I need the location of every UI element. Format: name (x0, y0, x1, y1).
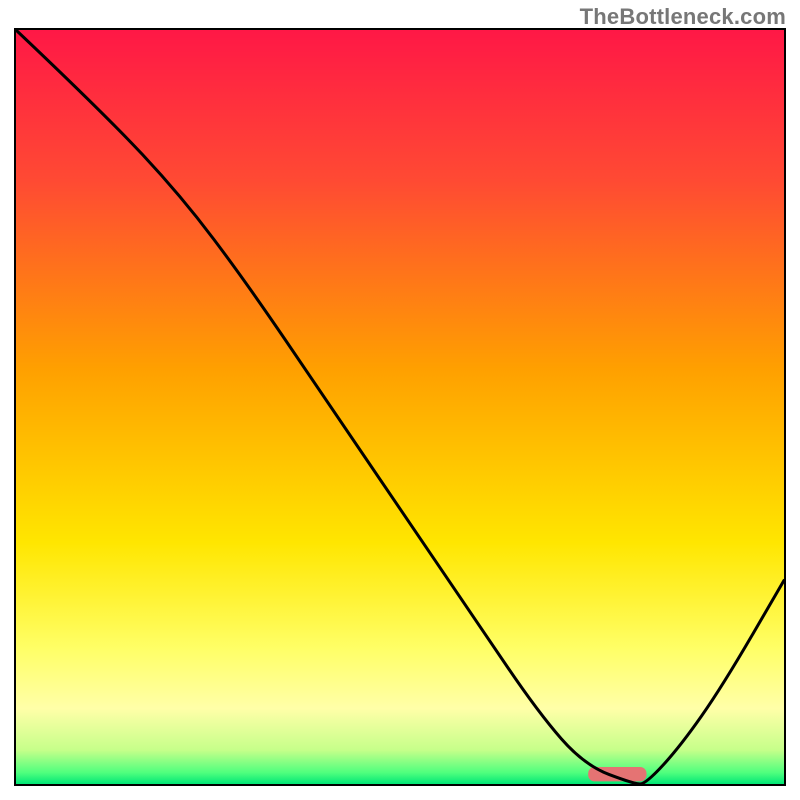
plot-area (14, 28, 786, 786)
watermark-text: TheBottleneck.com (580, 4, 786, 30)
chart-svg (16, 30, 784, 784)
chart-container: TheBottleneck.com (0, 0, 800, 800)
